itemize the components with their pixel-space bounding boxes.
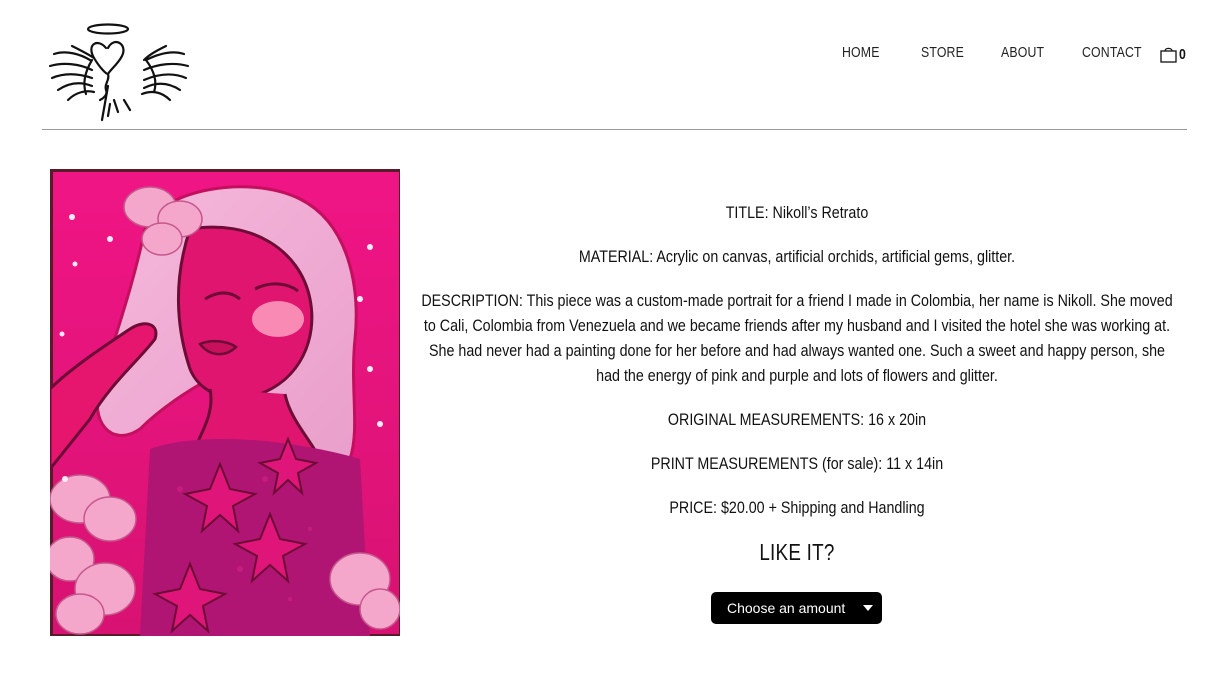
product-details: TITLE: Nikoll’s Retrato MATERIAL: Acryli… bbox=[418, 200, 1176, 566]
shopping-bag-icon bbox=[1160, 47, 1177, 63]
product-title: TITLE: Nikoll’s Retrato bbox=[725, 203, 869, 222]
choose-amount-dropdown[interactable]: Choose an amount bbox=[711, 592, 882, 624]
nav-home-link[interactable]: HOME bbox=[842, 44, 880, 61]
angel-logo-icon bbox=[48, 23, 190, 122]
cta-heading: LIKE IT? bbox=[759, 539, 835, 565]
artwork-image[interactable] bbox=[50, 169, 400, 636]
caret-down-icon bbox=[863, 605, 873, 611]
header-divider bbox=[42, 129, 1187, 130]
product-price: PRICE: $20.00 + Shipping and Handling bbox=[669, 498, 925, 517]
product-material: MATERIAL: Acrylic on canvas, artificial … bbox=[578, 247, 1016, 266]
site-logo[interactable] bbox=[46, 20, 191, 126]
original-measurements: ORIGINAL MEASUREMENTS: 16 x 20in bbox=[667, 410, 927, 429]
main-nav: HOME STORE ABOUT CONTACT bbox=[0, 44, 1230, 66]
product-description: DESCRIPTION: This piece was a custom-mad… bbox=[421, 291, 1173, 385]
print-measurements: PRINT MEASUREMENTS (for sale): 11 x 14in bbox=[650, 454, 944, 473]
choose-amount-label: Choose an amount bbox=[727, 600, 846, 616]
nav-contact-link[interactable]: CONTACT bbox=[1082, 44, 1142, 61]
nav-store-link[interactable]: STORE bbox=[921, 44, 964, 61]
cart-count: 0 bbox=[1179, 45, 1186, 63]
cart-button[interactable]: 0 bbox=[1160, 43, 1187, 65]
nav-about-link[interactable]: ABOUT bbox=[1001, 44, 1044, 61]
